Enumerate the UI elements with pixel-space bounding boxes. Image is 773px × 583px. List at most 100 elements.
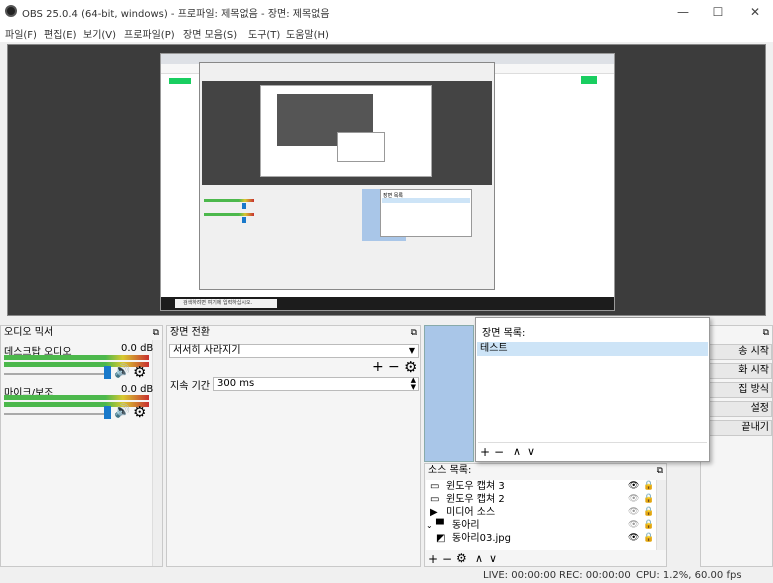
chevron-down-icon: ▼ (408, 346, 415, 355)
menu-profile[interactable]: 프로파일(P) (124, 26, 175, 41)
eye-icon[interactable]: 👁 (628, 519, 639, 532)
volume-slider-track[interactable] (4, 373, 104, 375)
transition-select[interactable]: 서서히 사라지기 ▼ (169, 344, 419, 358)
scene-item-test[interactable]: 테스트 (477, 342, 708, 356)
lock-icon[interactable]: 🔒 (643, 506, 654, 519)
eye-icon[interactable]: 👁 (628, 480, 639, 493)
window-icon: ▭ (430, 494, 440, 505)
list-item[interactable]: ◩ 동아리03.jpg 👁 🔒 (426, 532, 656, 545)
taskbar-search-box: 검색하려면 여기에 입력하십시오. (175, 299, 277, 308)
channel-level-desktop: 0.0 dB (121, 343, 154, 354)
scene-list-popup: 장면 목록: 테스트 + − ∧ ∨ (475, 317, 710, 462)
start-recording-button[interactable]: 화 시작 (701, 363, 772, 379)
gear-icon[interactable]: ⚙ (133, 403, 146, 421)
chevron-down-icon[interactable]: ⌄ (426, 519, 433, 532)
sources-dock: 소스 목록: ⧉ ▭ 윈도우 캡쳐 3 👁 🔒 ▭ 윈도우 캡쳐 2 👁 🔒 ▶… (424, 463, 667, 567)
play-icon: ▶ (430, 507, 438, 518)
audio-mixer-dock: 오디오 믹서 ⧉ 데스크탑 오디오 0.0 dB 🔊 ⚙ 마이크/보조 0.0 … (0, 325, 163, 567)
source-properties-gear-icon[interactable]: ⚙ (456, 551, 467, 565)
sources-list: ▭ 윈도우 캡쳐 3 👁 🔒 ▭ 윈도우 캡쳐 2 👁 🔒 ▶ 미디어 소스 👁… (426, 480, 656, 550)
nested-scene-popup: 장면 목록 (380, 189, 472, 237)
list-item[interactable]: ⌄ ▀ 동아리 👁 🔒 (426, 519, 656, 532)
controls-dock: ⧉ 송 시작 화 시작 집 방식 설정 끝내기 (700, 325, 773, 567)
add-scene-button[interactable]: + (480, 445, 490, 459)
image-icon: ◩ (436, 533, 446, 544)
lock-icon[interactable]: 🔒 (643, 532, 654, 545)
volume-slider-track[interactable] (4, 413, 104, 415)
add-transition-button[interactable]: + (372, 359, 384, 375)
settings-button[interactable]: 설정 (701, 401, 772, 417)
rec-timer: REC: 00:00:00 (559, 570, 631, 581)
obs-logo-icon (5, 5, 17, 17)
transition-settings-gear-icon[interactable]: ⚙ (404, 358, 417, 376)
dock-float-icon[interactable]: ⧉ (153, 326, 159, 340)
nested-screen (260, 85, 432, 177)
minimize-button[interactable]: — (674, 3, 692, 21)
scene-move-down-button[interactable]: ∨ (527, 445, 535, 458)
remove-transition-button[interactable]: − (388, 359, 400, 375)
nested-preview (202, 81, 492, 185)
speaker-icon[interactable]: 🔊 (114, 364, 130, 379)
folder-icon: ▀ (436, 520, 444, 531)
nested-obs-window: 장면 목록 (199, 62, 495, 290)
menu-tools[interactable]: 도구(T) (248, 26, 280, 41)
nested-popup-2 (337, 132, 385, 162)
exit-button[interactable]: 끝내기 (701, 420, 772, 436)
captured-desktop-image: 장면 목록 검색하려면 여기에 입력하십시오. (160, 53, 615, 311)
lock-icon[interactable]: 🔒 (643, 493, 654, 506)
volume-meter (4, 355, 149, 360)
list-item[interactable]: ▶ 미디어 소스 👁 🔒 (426, 506, 656, 519)
channel-level-mic: 0.0 dB (121, 384, 154, 395)
menu-edit[interactable]: 편집(E) (44, 26, 77, 41)
remove-scene-button[interactable]: − (494, 445, 504, 459)
eye-icon[interactable]: 👁 (628, 506, 639, 519)
spin-arrows-icon[interactable]: ▲ ▼ (411, 377, 416, 391)
scene-dock-background (424, 325, 474, 462)
scene-move-up-button[interactable]: ∧ (513, 445, 521, 458)
menu-view[interactable]: 보기(V) (83, 26, 116, 41)
windows-taskbar: 검색하려면 여기에 입력하십시오. (161, 297, 614, 310)
transitions-title: 장면 전환 ⧉ (170, 326, 417, 340)
naver-logo (169, 78, 191, 84)
duration-label: 지속 기간 (170, 381, 210, 392)
nested-mixer (202, 189, 358, 279)
lock-icon[interactable]: 🔒 (643, 519, 654, 532)
move-down-button[interactable]: ∨ (489, 552, 497, 565)
window-icon: ▭ (430, 481, 440, 492)
move-up-button[interactable]: ∧ (475, 552, 483, 565)
volume-slider-handle[interactable] (104, 406, 111, 419)
maximize-button[interactable]: ☐ (709, 3, 727, 21)
duration-input[interactable]: 300 ms ▲ ▼ (213, 377, 419, 391)
menu-file[interactable]: 파일(F) (5, 26, 37, 41)
menu-help[interactable]: 도움말(H) (286, 26, 329, 41)
window-title: OBS 25.0.4 (64-bit, windows) - 프로파일: 제목없… (22, 9, 330, 20)
sources-title: 소스 목록: ⧉ (428, 464, 663, 478)
speaker-icon[interactable]: 🔊 (114, 404, 130, 419)
dock-float-icon[interactable]: ⧉ (657, 464, 663, 478)
eye-icon[interactable]: 👁 (628, 532, 639, 545)
close-button[interactable]: ✕ (746, 3, 764, 21)
volume-slider-handle[interactable] (104, 366, 111, 379)
live-timer: LIVE: 00:00:00 (483, 570, 557, 581)
volume-meter (4, 395, 149, 400)
start-streaming-button[interactable]: 송 시작 (701, 344, 772, 360)
menu-bar: 파일(F) 편집(E) 보기(V) 프로파일(P) 장면 모음(S) 도구(T)… (0, 24, 773, 42)
list-item[interactable]: ▭ 윈도우 캡쳐 2 👁 🔒 (426, 493, 656, 506)
gear-icon[interactable]: ⚙ (133, 363, 146, 381)
dock-float-icon[interactable]: ⧉ (763, 326, 769, 340)
remove-source-button[interactable]: − (442, 552, 452, 566)
status-bar: LIVE: 00:00:00 REC: 00:00:00 CPU: 1.2%, … (0, 567, 773, 583)
lock-icon[interactable]: 🔒 (643, 480, 654, 493)
add-source-button[interactable]: + (428, 552, 438, 566)
dock-float-icon[interactable]: ⧉ (411, 326, 417, 340)
menu-scene-collection[interactable]: 장면 모음(S) (183, 26, 237, 41)
studio-mode-button[interactable]: 집 방식 (701, 382, 772, 398)
scene-list-title: 장면 목록: (482, 328, 526, 339)
sources-scrollbar[interactable] (656, 480, 666, 550)
eye-icon[interactable]: 👁 (628, 493, 639, 506)
login-badge (581, 76, 597, 84)
title-bar: OBS 25.0.4 (64-bit, windows) - 프로파일: 제목없… (0, 0, 773, 24)
list-item[interactable]: ▭ 윈도우 캡쳐 3 👁 🔒 (426, 480, 656, 493)
scene-transitions-dock: 장면 전환 ⧉ 서서히 사라지기 ▼ + − ⚙ 지속 기간 300 ms ▲ ▼ (166, 325, 421, 567)
mixer-scrollbar[interactable] (152, 340, 162, 566)
